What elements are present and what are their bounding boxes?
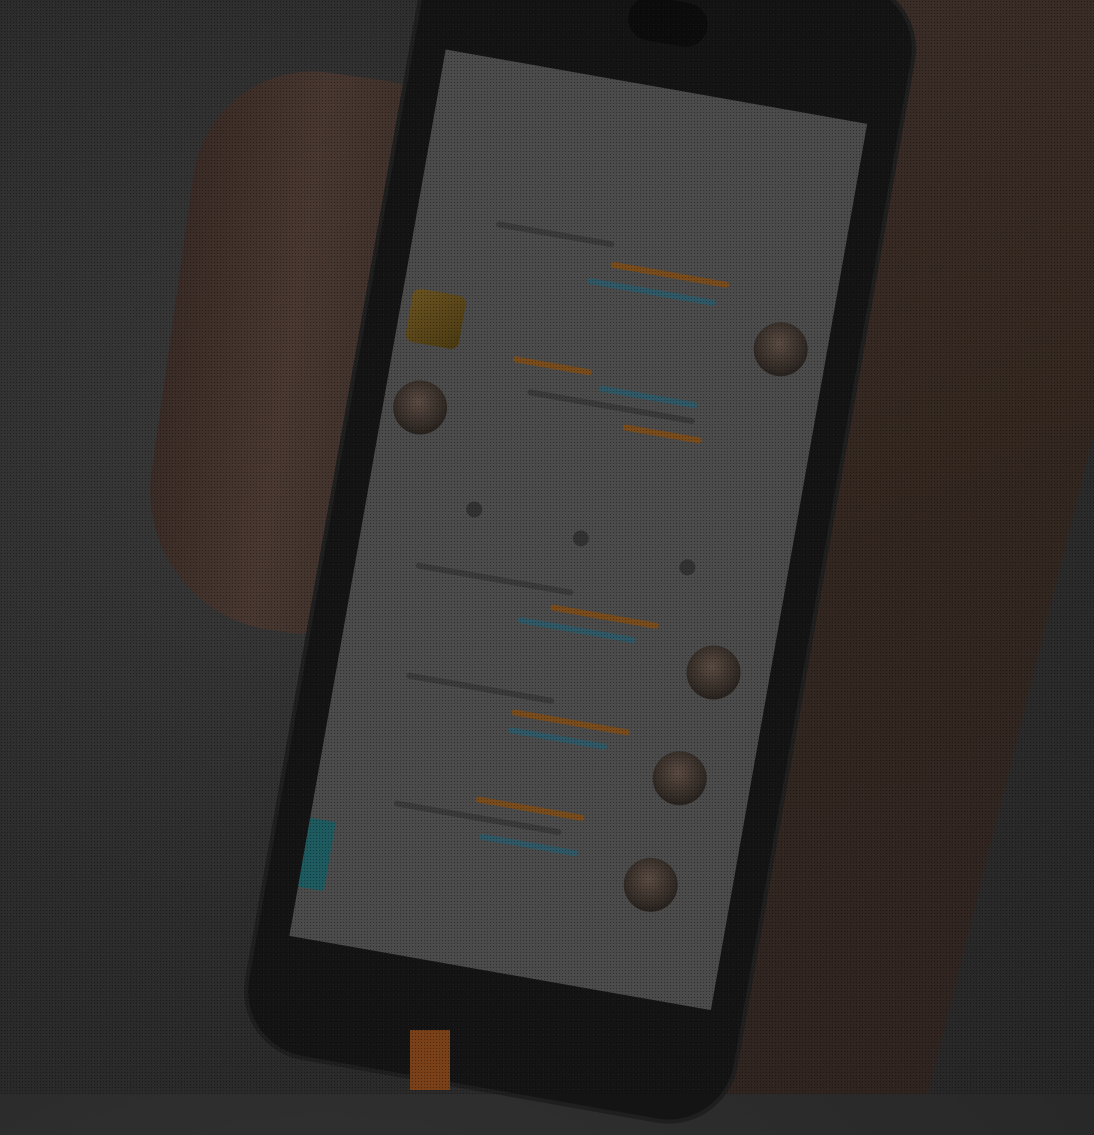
text-line — [495, 220, 615, 248]
photo-scene: { "scene": { "description_tags": ["hand-… — [0, 0, 1094, 1135]
text-line — [512, 355, 593, 376]
like-icon[interactable] — [571, 529, 591, 548]
avatar[interactable] — [388, 376, 452, 439]
text-line — [415, 562, 574, 596]
reply-icon[interactable] — [464, 500, 484, 519]
avatar[interactable] — [619, 853, 683, 917]
text-line — [507, 726, 608, 751]
compose-button[interactable] — [289, 810, 336, 892]
avatar[interactable] — [648, 746, 711, 810]
text-line — [526, 388, 696, 425]
phone-speaker — [624, 0, 712, 51]
feed-item[interactable] — [378, 335, 817, 508]
text-line — [479, 833, 579, 857]
orange-corner-button[interactable] — [410, 1030, 450, 1090]
share-icon[interactable] — [678, 558, 697, 577]
avatar[interactable] — [749, 317, 812, 381]
feed-item[interactable] — [402, 197, 841, 381]
text-line — [393, 800, 562, 836]
text-line — [622, 424, 703, 444]
avatar[interactable] — [682, 641, 745, 704]
